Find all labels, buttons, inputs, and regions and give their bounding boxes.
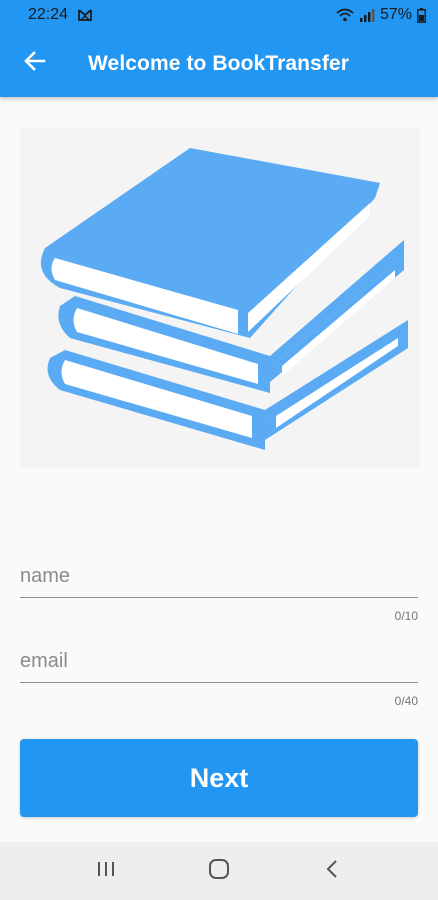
- back-button[interactable]: [0, 30, 70, 97]
- home-button[interactable]: [189, 842, 249, 900]
- name-field-container: 0/10: [20, 555, 418, 623]
- battery-icon: [417, 7, 426, 23]
- page-title: Welcome to BookTransfer: [88, 52, 349, 75]
- wifi-icon: [336, 8, 354, 22]
- books-stack-icon: [40, 148, 409, 450]
- battery-text: 57%: [379, 6, 412, 23]
- recent-apps-button[interactable]: [76, 842, 136, 900]
- email-field-container: 0/40: [20, 640, 418, 708]
- email-underline: [20, 682, 418, 683]
- email-input[interactable]: [20, 640, 418, 682]
- hero-image: [20, 128, 420, 468]
- home-icon: [208, 858, 230, 885]
- status-bar: 22:24 57%: [0, 0, 438, 30]
- notification-icon: [78, 9, 92, 21]
- next-button[interactable]: Next: [20, 739, 418, 817]
- name-input[interactable]: [20, 555, 418, 597]
- email-counter: 0/40: [394, 694, 418, 708]
- nav-back-button[interactable]: [302, 842, 362, 900]
- system-nav-bar: [0, 842, 438, 900]
- name-counter: 0/10: [394, 609, 418, 623]
- arrow-back-icon: [24, 51, 46, 76]
- status-time: 22:24: [28, 6, 69, 23]
- back-icon: [325, 859, 339, 884]
- recent-apps-icon: [96, 860, 116, 883]
- signal-icon: [359, 8, 375, 22]
- app-bar: Welcome to BookTransfer: [0, 30, 438, 97]
- name-underline: [20, 597, 418, 598]
